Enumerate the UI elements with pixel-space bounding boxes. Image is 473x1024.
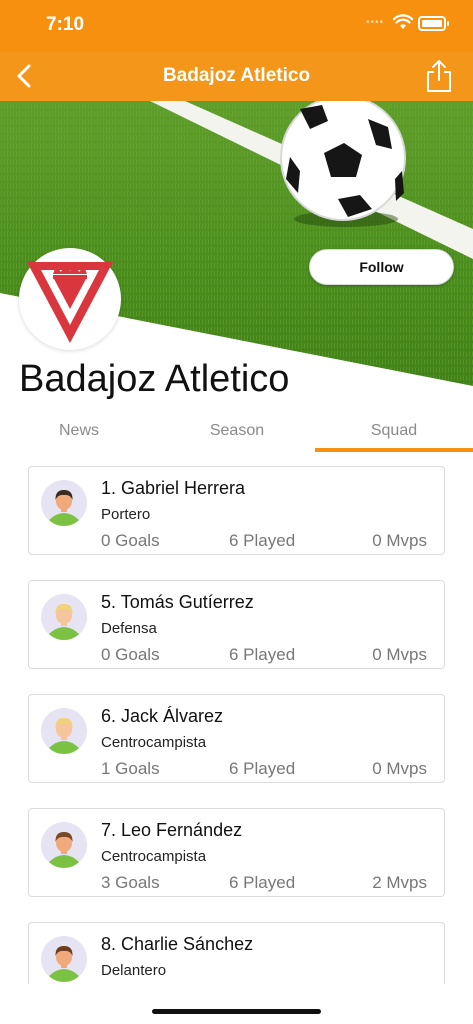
player-played: 6 Played (229, 759, 296, 778)
player-position: Delantero (101, 962, 167, 979)
player-card[interactable]: 6. Jack Álvarez Centrocampista 1 Goals 6… (28, 694, 445, 783)
tab-news[interactable]: News (0, 410, 158, 454)
share-icon[interactable] (424, 58, 454, 94)
player-card[interactable]: 7. Leo Fernández Centrocampista 3 Goals … (28, 808, 445, 897)
player-goals: 0 Goals (101, 645, 160, 664)
home-indicator[interactable] (152, 1009, 321, 1014)
player-name: 6. Jack Álvarez (101, 706, 224, 726)
player-goals: 3 Goals (101, 873, 160, 892)
nav-title: Badajoz Atletico (162, 65, 311, 86)
team-name: Badajoz Atletico (19, 358, 290, 400)
player-card[interactable]: 5. Tomás Gutíerrez Defensa 0 Goals 6 Pla… (28, 580, 445, 669)
player-position: Centrocampista (101, 734, 207, 751)
status-bar: 7:10 •••• (0, 0, 473, 52)
player-position: Defensa (101, 620, 157, 637)
player-mvps: 0 Mvps (372, 645, 427, 664)
signal-dots-icon: •••• (366, 17, 385, 28)
tab-bar: News Season Squad (0, 410, 473, 454)
player-position: Portero (101, 506, 151, 523)
player-played: 6 Played (229, 873, 296, 892)
player-position: Centrocampista (101, 848, 207, 865)
player-avatar-icon (41, 594, 87, 640)
player-goals: 1 Goals (101, 759, 160, 778)
wifi-icon (393, 14, 413, 29)
player-played: 6 Played (229, 645, 296, 664)
follow-button[interactable]: Follow (309, 249, 454, 285)
battery-icon (418, 16, 449, 31)
status-time: 7:10 (46, 14, 85, 35)
nav-bar: Badajoz Atletico (0, 52, 473, 101)
player-goals: 0 Goals (101, 531, 160, 550)
active-tab-indicator (315, 448, 473, 452)
player-played: 6 Played (229, 531, 296, 550)
player-card[interactable]: 8. Charlie Sánchez Delantero (28, 922, 445, 984)
player-name: 7. Leo Fernández (101, 820, 243, 840)
player-mvps: 2 Mvps (372, 873, 427, 892)
player-mvps: 0 Mvps (372, 759, 427, 778)
player-card[interactable]: 1. Gabriel Herrera Portero 0 Goals 6 Pla… (28, 466, 445, 555)
player-name: 5. Tomás Gutíerrez (101, 592, 254, 612)
player-avatar-icon (41, 708, 87, 754)
squad-list[interactable]: 1. Gabriel Herrera Portero 0 Goals 6 Pla… (0, 454, 473, 984)
player-avatar-icon (41, 936, 87, 982)
crown-shield-icon (27, 262, 113, 343)
player-mvps: 0 Mvps (372, 531, 427, 550)
player-avatar-icon (41, 822, 87, 868)
tab-season[interactable]: Season (158, 410, 316, 454)
player-name: 8. Charlie Sánchez (101, 934, 254, 954)
player-name: 1. Gabriel Herrera (101, 478, 246, 498)
player-avatar-icon (41, 480, 87, 526)
team-logo (19, 248, 121, 350)
